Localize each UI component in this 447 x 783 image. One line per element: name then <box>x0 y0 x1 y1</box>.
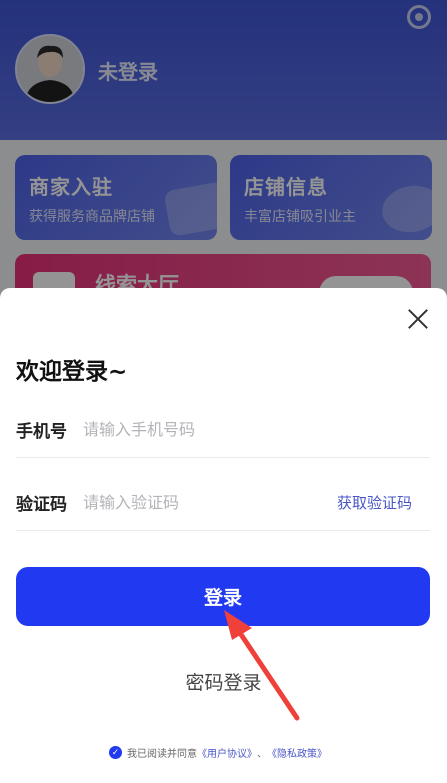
annotation-arrow-icon <box>224 610 300 721</box>
